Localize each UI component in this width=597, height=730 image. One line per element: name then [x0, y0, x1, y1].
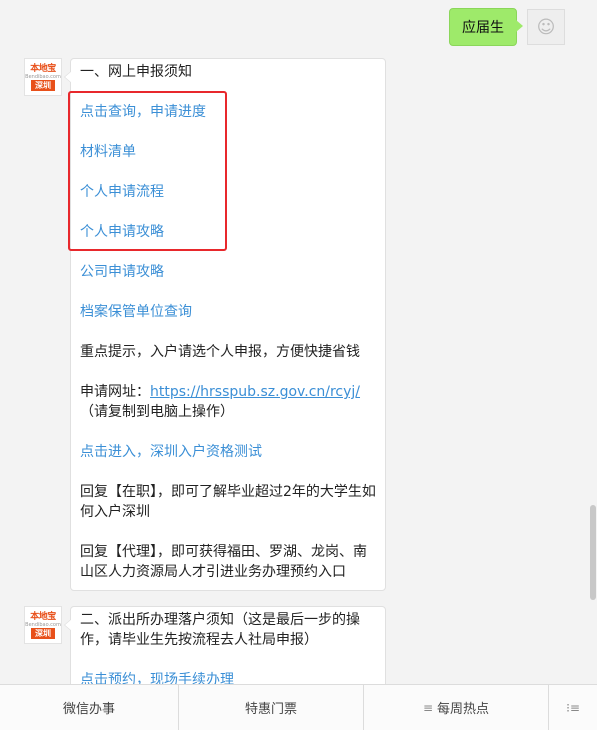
link-query-progress[interactable]: 点击查询，申请进度 [80, 102, 376, 122]
menu-list-icon: ≡ [422, 700, 434, 715]
menu-item-discount-tickets[interactable]: 特惠门票 [179, 685, 364, 730]
link-personal-process[interactable]: 个人申请流程 [80, 182, 376, 202]
keyboard-icon: ⁝≡ [566, 700, 580, 715]
tip-text: 重点提示，入户请选个人申报，方便快捷省钱 [80, 344, 360, 360]
message2-heading: 二、派出所办理落户须知（这是最后一步的操作，请毕业生先按流程去人社局申报） [80, 612, 360, 648]
message-bubble-1: 一、网上申报须知 点击查询，申请进度 材料清单 个人申请流程 个人申请攻略 公司… [64, 58, 386, 591]
bottom-menu: 微信办事 特惠门票 ≡ 每周热点 ⁝≡ [0, 684, 597, 730]
url-paragraph: 申请网址：https://hrsspub.sz.gov.cn/rcyj/ （请复制… [80, 382, 376, 422]
message1-heading: 一、网上申报须知 [80, 64, 192, 80]
user-avatar[interactable]: ☺ [527, 9, 565, 45]
link-archive-query[interactable]: 档案保管单位查询 [80, 302, 376, 322]
logo-text-top: 本地宝 [30, 63, 56, 74]
scrollbar-thumb[interactable] [590, 505, 596, 600]
outgoing-message-row: 应届生 ☺ [449, 8, 565, 46]
link-materials[interactable]: 材料清单 [80, 142, 376, 162]
url-note: （请复制到电脑上操作） [80, 404, 234, 420]
menu-item-label: 特惠门票 [244, 702, 297, 717]
message-bubble-2: 二、派出所办理落户须知（这是最后一步的操作，请毕业生先按流程去人社局申报） 点击… [64, 606, 386, 684]
outgoing-bubble: 应届生 [449, 8, 523, 46]
link-appointment[interactable]: 点击预约，现场手续办理 [80, 670, 376, 684]
link-eligibility-test[interactable]: 点击进入，深圳入户资格测试 [80, 442, 376, 462]
logo-text-top: 本地宝 [30, 611, 56, 622]
menu-item-weekly-hot[interactable]: ≡ 每周热点 [364, 685, 549, 730]
user-avatar-icon: ☺ [536, 16, 556, 38]
outgoing-text: 应届生 [462, 20, 504, 36]
application-url-link[interactable]: https://hrsspub.sz.gov.cn/rcyj/ [150, 384, 360, 400]
link-personal-guide[interactable]: 个人申请攻略 [80, 222, 376, 242]
reply-agent-text: 回复【代理】，即可获得福田、罗湖、龙岗、南山区人力资源局人才引进业务办理预约入口 [80, 544, 367, 580]
menu-item-label: 微信办事 [62, 702, 115, 717]
scrollbar[interactable] [589, 0, 597, 684]
logo-text-bottom: 深圳 [31, 79, 55, 91]
link-company-guide[interactable]: 公司申请攻略 [80, 262, 376, 282]
menu-item-label: 每周热点 [437, 702, 490, 717]
keyboard-toggle-button[interactable]: ⁝≡ [549, 685, 597, 730]
logo-text-bottom: 深圳 [31, 627, 55, 639]
chat-area: 应届生 ☺ 本地宝 Bendibao.com 深圳 一、网上申报须知 点击查询，… [0, 0, 597, 684]
menu-item-wechat-service[interactable]: 微信办事 [0, 685, 179, 730]
reply-employed-text: 回复【在职】，即可了解毕业超过2年的大学生如何入户深圳 [80, 484, 376, 520]
bot-avatar-2[interactable]: 本地宝 Bendibao.com 深圳 [24, 606, 62, 644]
bot-avatar[interactable]: 本地宝 Bendibao.com 深圳 [24, 58, 62, 96]
url-label: 申请网址： [80, 384, 150, 400]
